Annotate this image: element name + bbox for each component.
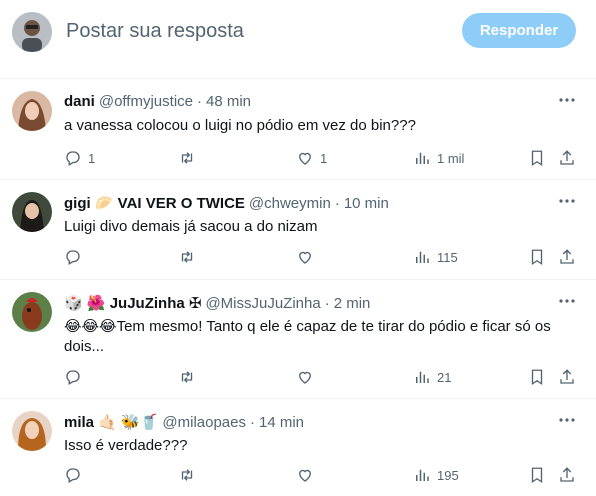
like-action[interactable]: 1 xyxy=(296,148,327,168)
views-icon xyxy=(416,251,429,263)
display-name[interactable]: dani xyxy=(64,93,95,110)
more-icon[interactable] xyxy=(558,192,576,210)
views-count: 195 xyxy=(437,467,459,483)
share-icon[interactable] xyxy=(557,148,577,168)
handle[interactable]: @MissJuJuZinha xyxy=(205,295,320,312)
reply-button[interactable]: Responder xyxy=(462,13,576,48)
bookmark-icon[interactable] xyxy=(527,465,547,485)
reply-input[interactable]: Postar sua resposta xyxy=(66,20,244,43)
reply-icon xyxy=(66,151,80,166)
like-action[interactable] xyxy=(296,465,320,485)
avatar[interactable] xyxy=(12,292,52,332)
timestamp[interactable]: 14 min xyxy=(259,414,304,431)
timestamp[interactable]: 48 min xyxy=(206,93,251,110)
tweet-text: a vanessa colocou o luigi no pódio em ve… xyxy=(64,117,416,134)
retweet-icon xyxy=(181,251,193,263)
views-icon xyxy=(416,152,429,164)
display-name[interactable]: 🎲 🌺 JuJuZinha ✠ xyxy=(64,294,201,312)
views-icon xyxy=(416,469,429,481)
heart-icon xyxy=(299,469,311,482)
retweet-icon xyxy=(181,152,193,164)
reply-icon xyxy=(66,370,80,385)
retweet-action[interactable] xyxy=(178,148,202,168)
tweet-text: Luigi divo demais já sacou a do nizam xyxy=(64,218,318,235)
retweet-action[interactable] xyxy=(178,367,202,387)
like-action[interactable] xyxy=(296,247,320,267)
heart-icon xyxy=(299,152,311,165)
reply-action[interactable] xyxy=(64,247,88,267)
views-action[interactable]: 195 xyxy=(413,465,459,485)
like-action[interactable] xyxy=(296,367,320,387)
retweet-action[interactable] xyxy=(178,247,202,267)
display-name[interactable]: mila 🤙🏻 🐝🥤 xyxy=(64,413,158,431)
more-icon[interactable] xyxy=(558,292,576,310)
separator: · xyxy=(250,413,255,431)
views-count: 21 xyxy=(437,369,452,385)
like-count: 1 xyxy=(320,150,328,166)
views-action[interactable]: 21 xyxy=(413,367,451,387)
bookmark-icon[interactable] xyxy=(527,148,547,168)
reply-action[interactable]: 1 xyxy=(64,148,95,168)
reply-icon xyxy=(66,468,80,483)
retweet-icon xyxy=(181,469,193,481)
separator: · xyxy=(334,194,340,212)
handle[interactable]: @offmyjustice xyxy=(99,93,193,110)
bookmark-icon[interactable] xyxy=(527,247,547,267)
reply-action[interactable] xyxy=(64,367,88,387)
reply-tweet[interactable]: dani @offmyjustice · 48 min a vanessa co… xyxy=(0,79,596,180)
handle[interactable]: @milaopaes xyxy=(162,414,246,431)
reply-action[interactable] xyxy=(64,465,88,485)
reply-icon xyxy=(66,250,80,265)
more-icon[interactable] xyxy=(558,91,576,109)
avatar[interactable] xyxy=(12,192,52,232)
share-icon[interactable] xyxy=(557,367,577,387)
handle[interactable]: @chweymin xyxy=(249,195,331,212)
avatar[interactable] xyxy=(12,91,52,131)
views-action[interactable]: 115 xyxy=(413,247,458,267)
avatar[interactable] xyxy=(12,411,52,451)
more-icon[interactable] xyxy=(558,411,576,429)
heart-icon xyxy=(299,371,311,384)
reply-tweet[interactable]: gigi 🥟 VAI VER O TWICE @chweymin · 10 mi… xyxy=(0,180,596,280)
retweet-action[interactable] xyxy=(178,465,202,485)
reply-tweet[interactable]: 🎲 🌺 JuJuZinha ✠ @MissJuJuZinha · 2 min 😂… xyxy=(0,280,596,399)
views-icon xyxy=(416,371,429,383)
retweet-icon xyxy=(181,371,193,383)
tweet-text: 😂😂😂Tem mesmo! Tanto q ele é capaz de te … xyxy=(64,318,551,355)
timestamp[interactable]: 2 min xyxy=(334,295,371,312)
timestamp[interactable]: 10 min xyxy=(344,195,389,212)
display-name[interactable]: gigi 🥟 VAI VER O TWICE xyxy=(64,194,245,212)
tweet-text: Isso é verdade??? xyxy=(64,437,188,454)
reply-composer: Postar sua resposta Responder xyxy=(0,0,596,79)
share-icon[interactable] xyxy=(557,465,577,485)
reply-tweet[interactable]: mila 🤙🏻 🐝🥤 @milaopaes · 14 min Isso é ve… xyxy=(0,399,596,496)
views-count: 1 mil xyxy=(437,150,465,166)
views-action[interactable]: 1 mil xyxy=(413,148,464,168)
user-avatar[interactable] xyxy=(12,12,52,52)
separator: · xyxy=(324,294,330,312)
heart-icon xyxy=(299,251,311,264)
reply-count: 1 xyxy=(88,150,96,166)
share-icon[interactable] xyxy=(557,247,577,267)
bookmark-icon[interactable] xyxy=(527,367,547,387)
views-count: 115 xyxy=(437,249,458,265)
separator: · xyxy=(197,93,202,110)
